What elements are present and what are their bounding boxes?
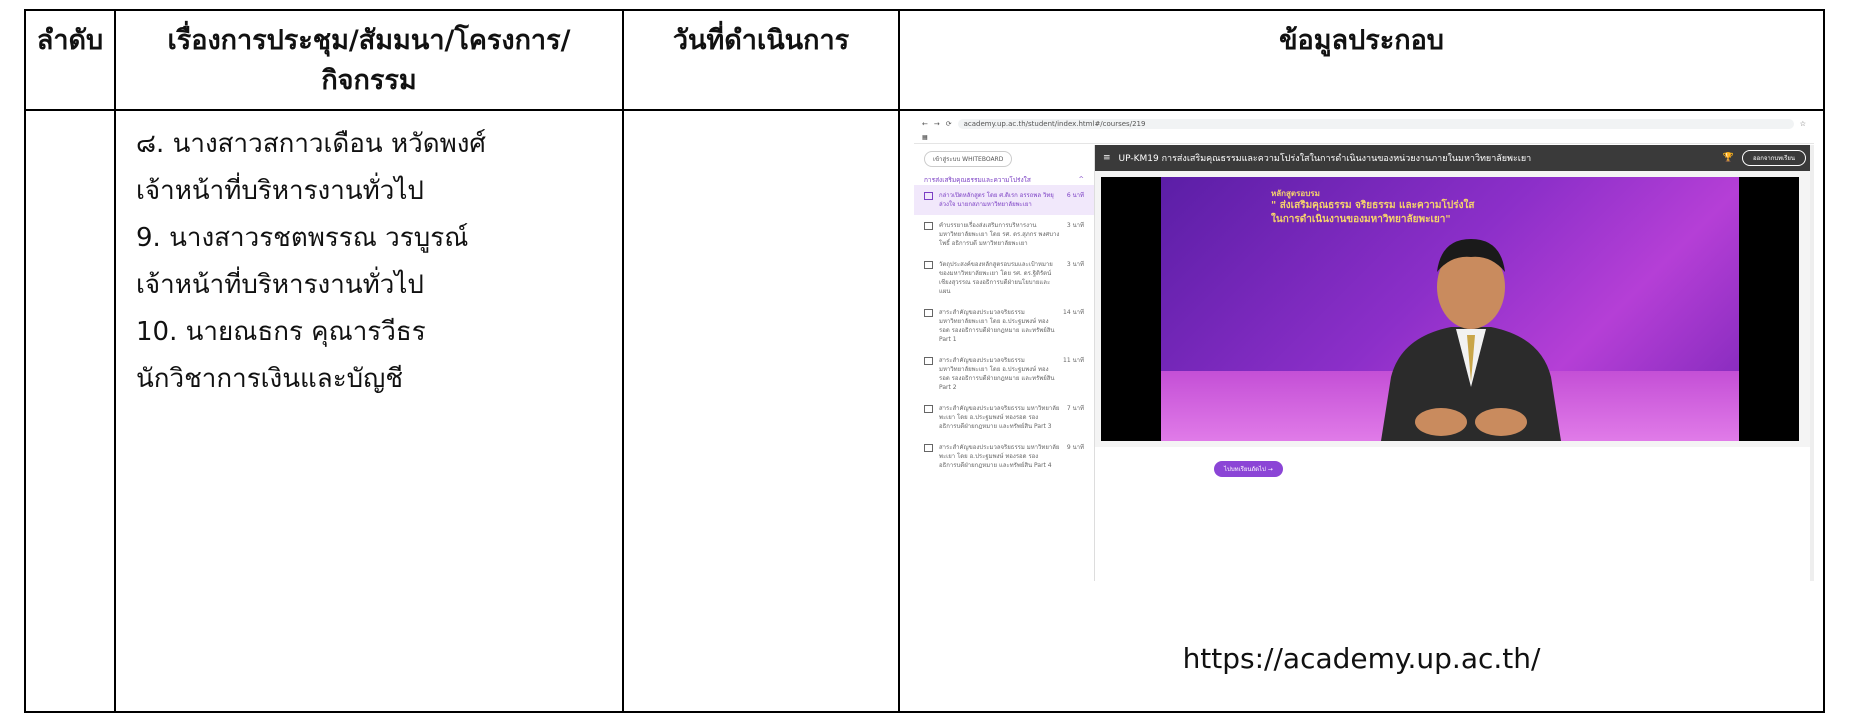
course-title: การส่งเสริมคุณธรรมและความโปร่งใส <box>924 176 1031 184</box>
info-cell: ← → ⟳ academy.up.ac.th/student/index.htm… <box>898 109 1825 713</box>
lesson-title: สาระสำคัญของประมวลจริยธรรม มหาวิทยาลัยพะ… <box>939 444 1060 469</box>
col-date-header: วันที่ดำเนินการ <box>622 9 900 111</box>
video-frame: หลักสูตรอบรม " ส่งเสริมคุณธรรม จริยธรรม … <box>1161 177 1739 441</box>
video-icon <box>924 405 933 413</box>
lesson-item: สาระสำคัญของประมวลจริยธรรม มหาวิทยาลัยพะ… <box>914 437 1094 476</box>
scrollbar <box>1810 145 1814 581</box>
bookmarks-bar: ▦ <box>914 131 1814 144</box>
meeting-table: ลำดับ เรื่องการประชุม/สัมมนา/โครงการ/ กิ… <box>24 9 1825 713</box>
lesson-title: สาระสำคัญของประมวลจริยธรรม มหาวิทยาลัยพะ… <box>939 405 1060 430</box>
browser-chrome: ← → ⟳ academy.up.ac.th/student/index.htm… <box>914 117 1814 131</box>
course-page-title: UP-KM19 การส่งเสริมคุณธรรมและความโปร่งใส… <box>1118 154 1532 164</box>
video-icon <box>924 222 933 230</box>
lesson-sidebar: เข้าสู่ระบบ WHITEBOARD การส่งเสริมคุณธรร… <box>914 145 1095 581</box>
lesson-title: สาระสำคัญของประมวลจริยธรรม มหาวิทยาลัยพะ… <box>939 357 1055 391</box>
course-topbar: ≡ UP-KM19 การส่งเสริมคุณธรรมและความโปร่ง… <box>1095 145 1814 171</box>
video-icon <box>924 261 933 269</box>
apps-icon: ▦ <box>922 133 928 141</box>
video-icon <box>924 444 933 452</box>
star-icon: ☆ <box>1799 120 1806 128</box>
video-icon <box>924 309 933 317</box>
video-area: หลักสูตรอบรม " ส่งเสริมคุณธรรม จริยธรรม … <box>1095 171 1814 447</box>
trophy-icon: 🏆 <box>1722 153 1734 163</box>
lesson-title: กล่าวเปิดหลักสูตร โดย ศ.ดิเรก อรรถพล วิท… <box>939 192 1054 208</box>
lesson-item: สาระสำคัญของประมวลจริยธรรม มหาวิทยาลัยพะ… <box>914 350 1094 398</box>
presenter-image <box>1381 239 1561 441</box>
col-topic-header: เรื่องการประชุม/สัมมนา/โครงการ/ กิจกรรม <box>114 9 624 111</box>
order-cell <box>24 109 116 713</box>
menu-icon: ≡ <box>1103 153 1111 163</box>
reference-url: https://academy.up.ac.th/ <box>1182 642 1541 675</box>
list-item: 10. นายณธกร คุณารวีธร <box>136 317 426 347</box>
chevron-up-icon: ^ <box>1078 175 1084 183</box>
table-row: ๘. นางสาวสกาวเดือน หวัดพงศ์ เจ้าหน้าที่บ… <box>24 109 1825 713</box>
lesson-duration: 6 นาที <box>1066 192 1084 199</box>
address-bar: academy.up.ac.th/student/index.html#/cou… <box>957 119 1794 129</box>
course-heading: การส่งเสริมคุณธรรมและความโปร่งใส ^ <box>924 175 1084 185</box>
list-item: นักวิชาการเงินและบัญชี <box>136 364 403 394</box>
topic-cell: ๘. นางสาวสกาวเดือน หวัดพงศ์ เจ้าหน้าที่บ… <box>114 109 624 713</box>
col-order-header: ลำดับ <box>24 9 116 111</box>
lesson-duration: 3 นาที <box>1066 261 1084 268</box>
back-icon: ← <box>922 120 928 128</box>
video-icon <box>924 357 933 365</box>
lesson-title: สาระสำคัญของประมวลจริยธรรม มหาวิทยาลัยพะ… <box>939 309 1055 343</box>
lesson-title: วัตถุประสงค์ของหลักสูตรอบรมและเป้าหมายขอ… <box>939 261 1053 295</box>
exit-course-button: ออกจากบทเรียน <box>1741 150 1806 166</box>
list-item: เจ้าหน้าที่บริหารงานทั่วไป <box>136 176 424 206</box>
lesson-duration: 9 นาที <box>1066 444 1084 451</box>
lesson-duration: 7 นาที <box>1066 405 1084 412</box>
lesson-item: สาระสำคัญของประมวลจริยธรรม มหาวิทยาลัยพะ… <box>914 302 1094 350</box>
video-icon <box>924 192 933 200</box>
forward-icon: → <box>933 120 940 128</box>
reload-icon: ⟳ <box>945 120 952 128</box>
lesson-item: วัตถุประสงค์ของหลักสูตรอบรมและเป้าหมายขอ… <box>914 254 1094 302</box>
whiteboard-button: เข้าสู่ระบบ WHITEBOARD <box>924 151 1013 167</box>
lesson-item: สาระสำคัญของประมวลจริยธรรม มหาวิทยาลัยพะ… <box>914 398 1094 437</box>
video-caption-line: " ส่งเสริมคุณธรรม จริยธรรม และความโปร่งใ… <box>1271 200 1475 211</box>
lesson-duration: 14 นาที <box>1063 309 1084 316</box>
lesson-duration: 11 นาที <box>1063 357 1084 364</box>
lesson-duration: 3 นาที <box>1066 222 1084 229</box>
list-item: เจ้าหน้าที่บริหารงานทั่วไป <box>136 270 424 300</box>
list-item: 9. นางสาวรชตพรรณ วรบูรณ์ <box>136 223 469 253</box>
next-lesson-button: ไปบทเรียนถัดไป → <box>1214 461 1283 477</box>
header-row: ลำดับ เรื่องการประชุม/สัมมนา/โครงการ/ กิ… <box>24 9 1825 111</box>
col-info-header: ข้อมูลประกอบ <box>898 9 1825 111</box>
member-list: ๘. นางสาวสกาวเดือน หวัดพงศ์ เจ้าหน้าที่บ… <box>116 111 622 403</box>
lesson-item: คำบรรยายเรื่องส่งเสริมการบริหารงาน มหาวิ… <box>914 215 1094 254</box>
video-player: หลักสูตรอบรม " ส่งเสริมคุณธรรม จริยธรรม … <box>1101 177 1799 441</box>
list-item: ๘. นางสาวสกาวเดือน หวัดพงศ์ <box>136 129 486 159</box>
lesson-item: กล่าวเปิดหลักสูตร โดย ศ.ดิเรก อรรถพล วิท… <box>914 185 1094 215</box>
embedded-screenshot: ← → ⟳ academy.up.ac.th/student/index.htm… <box>914 117 1814 581</box>
lesson-title: คำบรรยายเรื่องส่งเสริมการบริหารงาน มหาวิ… <box>939 222 1060 247</box>
date-cell <box>622 109 900 713</box>
